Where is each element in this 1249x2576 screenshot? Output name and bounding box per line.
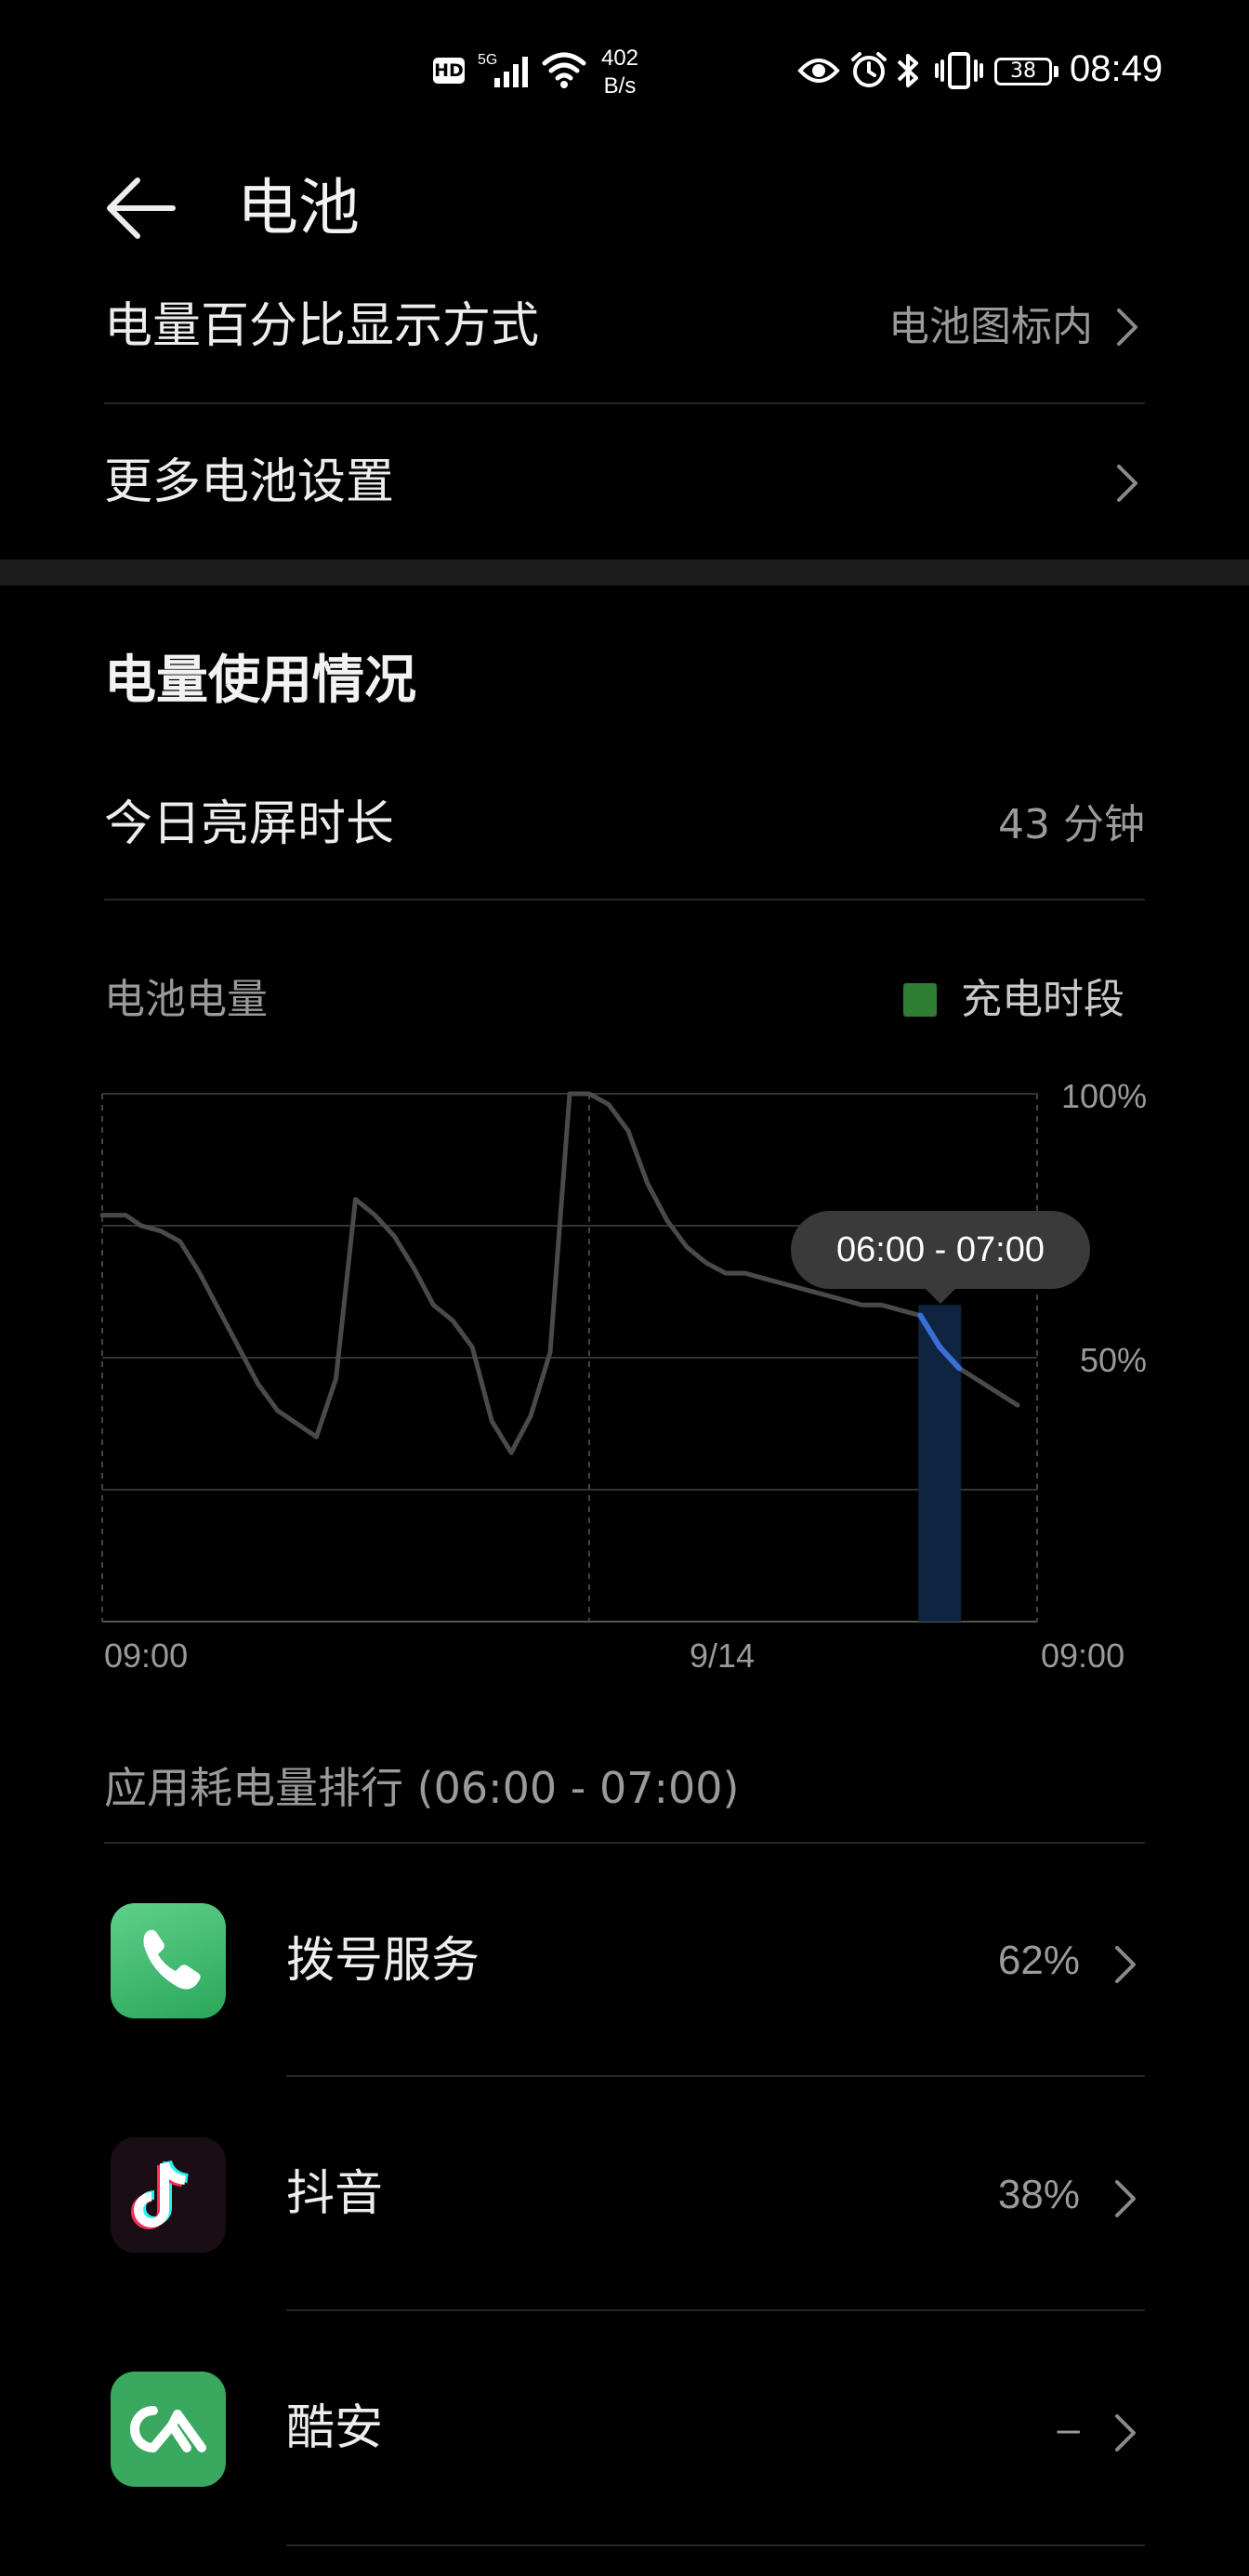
chevron-right-icon (1115, 2180, 1136, 2217)
chart-highlight (918, 1305, 962, 1622)
phone-icon (111, 1903, 226, 2018)
divider (286, 2309, 1145, 2311)
app-name: 拨号服务 (286, 1933, 480, 1989)
y-tick-label: 100% (1061, 1077, 1148, 1115)
x-tick-label: 09:00 (104, 1636, 189, 1675)
divider (286, 2075, 1145, 2077)
y-tick-label: 50% (1080, 1341, 1148, 1379)
app-percent: – (1057, 2406, 1080, 2451)
chart-tooltip: 06:00 - 07:00 (791, 1211, 1090, 1289)
app-percent: 38% (997, 2172, 1080, 2217)
app-name: 抖音 (286, 2166, 384, 2222)
chevron-right-icon (1115, 1946, 1136, 1983)
app-row[interactable]: 拨号服务 62% (0, 1896, 1249, 2035)
ranking-title: 应用耗电量排行 (06:00 - 07:00) (104, 1763, 740, 1813)
divider (104, 1842, 1145, 1844)
divider (286, 2544, 1145, 2546)
highlight-band (918, 1305, 962, 1622)
app-row[interactable]: 抖音 38% (0, 2128, 1249, 2267)
coolapk-icon (111, 2372, 226, 2487)
chevron-right-icon (1115, 2414, 1136, 2451)
x-tick-label: 09:00 (1041, 1636, 1125, 1675)
chart-tooltip-tail (924, 1287, 957, 1304)
app-row[interactable]: 酷安 – (0, 2360, 1249, 2500)
x-tick-label: 9/14 (690, 1636, 756, 1675)
app-name: 酷安 (286, 2400, 384, 2456)
battery-level-chart[interactable] (0, 0, 1249, 1691)
douyin-icon (111, 2137, 226, 2253)
app-percent: 62% (997, 1938, 1080, 1983)
